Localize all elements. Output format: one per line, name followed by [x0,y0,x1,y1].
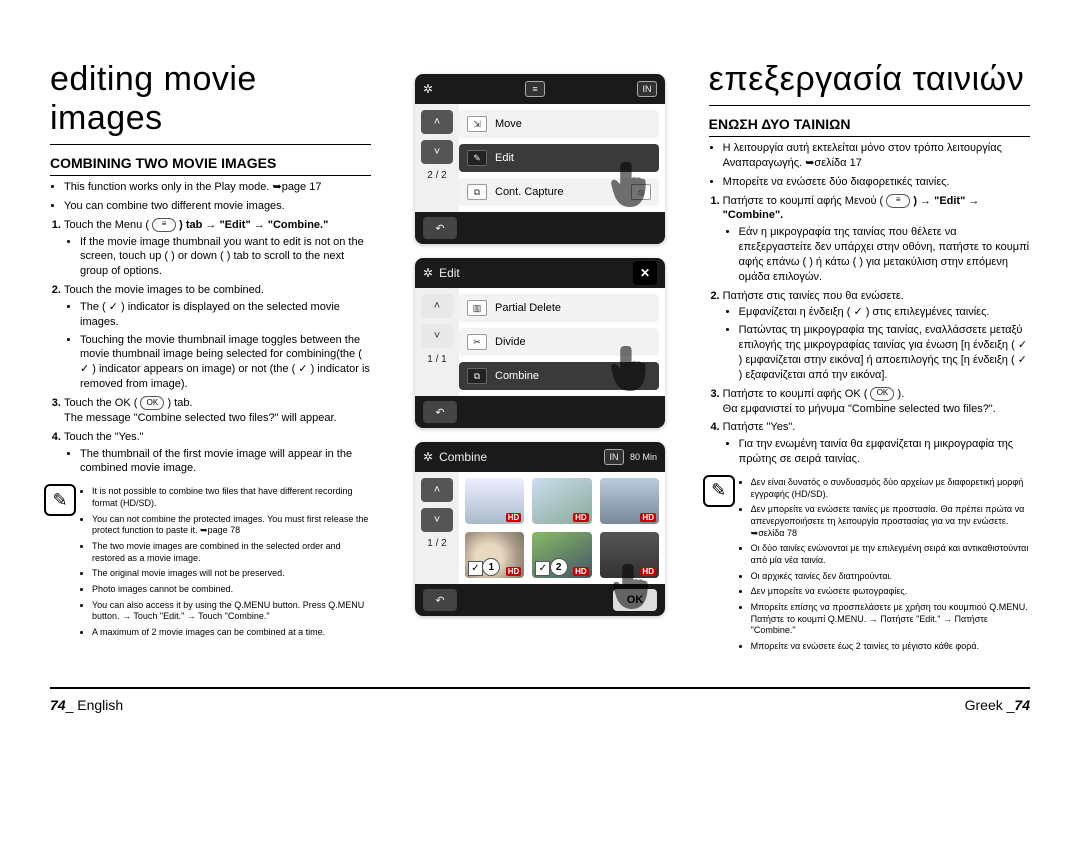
left-steps: Touch the Menu ( ≡ ) tab → "Edit" → "Com… [50,218,371,477]
sub: The message "Combine selected two files?… [64,412,337,424]
note: Photo images cannot be combined. [92,584,371,596]
left-section: COMBINING TWO MOVIE IMAGES [50,155,371,176]
menu-item-contcapture[interactable]: ⧉Cont. Capture⦸ [459,178,659,206]
menu-item-edit[interactable]: ✎Edit [459,144,659,172]
sub: Εάν η μικρογραφία της ταινίας που θέλετε… [739,225,1030,284]
sub: Εμφανίζεται η ένδειξη ( ✓ ) στις επιλεγμ… [739,305,1030,320]
rule [50,144,371,145]
note: Μπορείτε επίσης να προσπελάσετε με χρήση… [751,602,1030,637]
sub: Πατώντας τη μικρογραφία της ταινίας, ενα… [739,323,1030,382]
edit-item-divide[interactable]: ✂Divide [459,328,659,356]
note: Δεν μπορείτε να ενώσετε φωτογραφίες. [751,586,1030,598]
thumb[interactable]: ✓1 [465,532,524,578]
down-button[interactable]: ˅ [421,324,453,348]
right-steps: Πατήστε το κουμπί αφής Μενού ( ≡ ) → "Ed… [709,194,1030,467]
sub: The thumbnail of the first movie image w… [80,447,371,477]
edit-item-combine[interactable]: ⧉Combine [459,362,659,390]
menu-icon: ≡ [152,218,176,232]
note: Δεν είναι δυνατός ο συνδυασμός δύο αρχεί… [751,477,1030,500]
thumb[interactable] [465,478,524,524]
up-button[interactable]: ˄ [421,478,453,502]
note: It is not possible to combine two files … [92,486,371,509]
back-button[interactable]: ↶ [423,589,457,611]
step: Touch the movie images to be combined. T… [64,283,371,392]
step: Touch the OK ( OK ) tab. The message "Co… [64,396,371,426]
page-count: 1 / 1 [427,354,446,365]
in-badge: IN [637,81,657,97]
right-notes: Δεν είναι δυνατός ο συνδυασμός δύο αρχεί… [741,477,1030,653]
thumb[interactable]: ✓2 [532,532,591,578]
thumb[interactable] [600,478,659,524]
intro-item: This function works only in the Play mod… [64,180,371,195]
note: A maximum of 2 movie images can be combi… [92,627,371,639]
time-badge: 80 Min [630,452,657,462]
page-count: 1 / 2 [427,538,446,549]
note: You can not combine the protected images… [92,514,371,537]
up-button[interactable]: ˄ [421,110,453,134]
step: Πατήστε "Yes". Για την ενωμένη ταινία θα… [723,420,1030,467]
note-icon: ✎ [703,475,735,507]
thumb[interactable] [532,478,591,524]
left-intro: This function works only in the Play mod… [50,180,371,214]
intro-item: Η λειτουργία αυτή εκτελείται μόνο στον τ… [723,141,1030,171]
thumb[interactable] [600,532,659,578]
note: The two movie images are combined in the… [92,541,371,564]
down-button[interactable]: ˅ [421,140,453,164]
intro-item: You can combine two different movie imag… [64,199,371,214]
ok-icon: OK [870,387,894,401]
back-button[interactable]: ↶ [423,401,457,423]
step: Πατήστε το κουμπί αφής OK ( OK ). Θα εμφ… [723,387,1030,417]
in-badge: IN [604,449,624,465]
note: Δεν μπορείτε να ενώσετε ταινίες με προστ… [751,504,1030,539]
menu-icon: ≡ [886,194,910,208]
down-button[interactable]: ˅ [421,508,453,532]
ok-button[interactable]: OK [613,589,657,611]
note: You can also access it by using the Q.ME… [92,600,371,623]
right-title: επεξεργασία ταινιών [709,60,1030,99]
page-footer: 74_ English Greek _74 [50,687,1030,713]
left-notes: It is not possible to combine two files … [82,486,371,639]
edit-item-partialdelete[interactable]: ▥Partial Delete [459,294,659,322]
note: The original movie images will not be pr… [92,568,371,580]
sub: Θα εμφανιστεί το μήνυμα "Combine selecte… [723,403,996,415]
note-icon: ✎ [44,484,76,516]
screen-title: Edit [439,266,460,280]
right-section: ΕΝΩΣΗ ΔΥΟ ΤΑΙΝΙΩΝ [709,116,1030,137]
sub: The ( ✓ ) indicator is displayed on the … [80,300,371,330]
ok-icon: OK [140,396,164,410]
step: Touch the "Yes." The thumbnail of the fi… [64,430,371,477]
note: Οι δύο ταινίες ενώνονται με την επιλεγμέ… [751,543,1030,566]
menu-item-move[interactable]: ⇲Move [459,110,659,138]
sub: Touching the movie thumbnail image toggl… [80,333,371,392]
step: Πατήστε στις ταινίες που θα ενώσετε. Εμφ… [723,289,1030,383]
rule [709,105,1030,106]
reel-icon: ✲ [423,266,433,280]
screen-menu: ✲ ≡ IN ˄ ˅ 2 / 2 ⇲Move ✎Edit ⧉Cont. [415,74,665,244]
reel-icon: ✲ [423,450,433,464]
screen-combine: ✲ Combine IN 80 Min ˄ ˅ 1 / 2 [415,442,665,616]
screen-edit: ✲ Edit ✕ ˄ ˅ 1 / 1 ▥Partial Delete ✂Divi… [415,258,665,428]
step: Πατήστε το κουμπί αφής Μενού ( ≡ ) → "Ed… [723,194,1030,285]
up-button[interactable]: ˄ [421,294,453,318]
menu-tab[interactable]: ≡ [525,81,545,97]
reel-icon: ✲ [423,82,433,96]
back-button[interactable]: ↶ [423,217,457,239]
left-title: editing movie images [50,60,371,138]
screen-title: Combine [439,450,487,464]
note: Οι αρχικές ταινίες δεν διατηρούνται. [751,571,1030,583]
sub: If the movie image thumbnail you want to… [80,235,371,280]
note: Μπορείτε να ενώσετε έως 2 ταινίες το μέγ… [751,641,1030,653]
close-button[interactable]: ✕ [633,261,657,285]
step: Touch the Menu ( ≡ ) tab → "Edit" → "Com… [64,218,371,279]
intro-item: Μπορείτε να ενώσετε δύο διαφορετικές ται… [723,175,1030,190]
right-intro: Η λειτουργία αυτή εκτελείται μόνο στον τ… [709,141,1030,190]
page-count: 2 / 2 [427,170,446,181]
sub: Για την ενωμένη ταινία θα εμφανίζεται η … [739,437,1030,467]
